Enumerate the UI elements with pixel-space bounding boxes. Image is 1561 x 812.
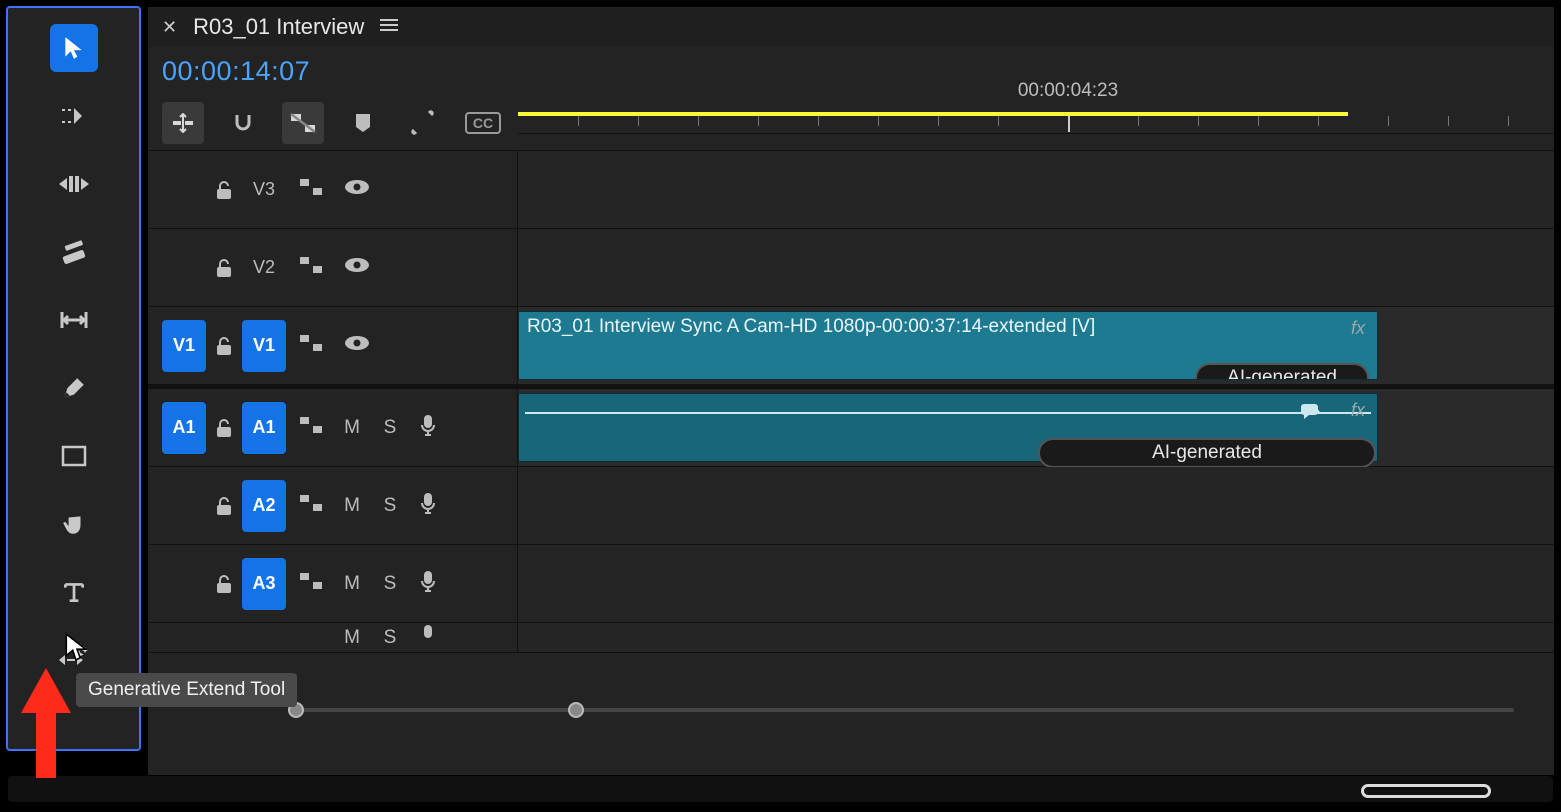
lock-toggle-a1[interactable]: [214, 418, 234, 438]
tab-menu-icon[interactable]: [380, 18, 398, 37]
horizontal-zoom-bar[interactable]: [288, 703, 1514, 717]
voiceover-a2[interactable]: [420, 492, 436, 519]
track-body-v2[interactable]: [518, 229, 1554, 306]
slip-tool[interactable]: [50, 296, 98, 344]
sync-lock-v2[interactable]: [300, 257, 322, 278]
tool-panel: Generative Extend Tool: [6, 6, 141, 751]
type-tool[interactable]: [50, 568, 98, 616]
voiceover-a4[interactable]: [420, 624, 436, 651]
lock-toggle-v2[interactable]: [214, 258, 234, 278]
pen-tool[interactable]: [50, 364, 98, 412]
source-patch-a1[interactable]: A1: [162, 402, 206, 454]
tooltip-generative-extend: Generative Extend Tool: [76, 673, 297, 707]
track-label-v2: V2: [242, 257, 286, 278]
annotation-arrow: [16, 668, 76, 783]
track-output-v1[interactable]: [344, 335, 370, 356]
target-patch-a3[interactable]: A3: [242, 558, 286, 610]
mute-a1[interactable]: M: [344, 417, 360, 439]
track-a2: A2 M S: [148, 467, 1554, 545]
clip-video-v1[interactable]: R03_01 Interview Sync A Cam-HD 1080p-00:…: [518, 311, 1378, 380]
track-a3: A3 M S: [148, 545, 1554, 623]
time-ruler[interactable]: 00:00:04:23: [518, 112, 1554, 134]
track-body-a1[interactable]: fx AI-generated: [518, 389, 1554, 466]
sequence-tab-row: ✕ R03_01 Interview: [148, 7, 1554, 47]
track-v2: V2: [148, 229, 1554, 307]
timeline-settings-button[interactable]: [402, 102, 444, 144]
snap-toggle[interactable]: [222, 102, 264, 144]
sync-lock-v1[interactable]: [300, 335, 322, 356]
solo-a3[interactable]: S: [382, 573, 398, 595]
selection-tool[interactable]: [50, 24, 98, 72]
sync-lock-a3[interactable]: [300, 573, 322, 594]
fx-badge-v1[interactable]: fx: [1351, 318, 1365, 339]
ai-badge-video: AI-generated: [1195, 363, 1369, 380]
voiceover-a3[interactable]: [420, 570, 436, 597]
mute-a3[interactable]: M: [344, 573, 360, 595]
timeline-panel: ✕ R03_01 Interview 00:00:14:07: [147, 6, 1555, 776]
sync-lock-v3[interactable]: [300, 179, 322, 200]
zoom-handle-right[interactable]: [568, 702, 584, 718]
bottom-scroll-area: [8, 776, 1553, 802]
target-patch-a1[interactable]: A1: [242, 402, 286, 454]
fx-badge-a1[interactable]: fx: [1351, 400, 1365, 421]
sync-lock-a1[interactable]: [300, 417, 322, 438]
track-body-v1[interactable]: R03_01 Interview Sync A Cam-HD 1080p-00:…: [518, 307, 1554, 384]
track-a4-partial: M S: [148, 623, 1554, 653]
sequence-tab-title[interactable]: R03_01 Interview: [193, 14, 364, 40]
solo-a1[interactable]: S: [382, 417, 398, 439]
track-output-v2[interactable]: [344, 257, 370, 278]
razor-tool[interactable]: [50, 228, 98, 276]
linked-selection-toggle[interactable]: [282, 102, 324, 144]
track-body-v3[interactable]: [518, 151, 1554, 228]
dialogue-icon: [1301, 402, 1321, 425]
playhead-timecode[interactable]: 00:00:14:07: [162, 56, 310, 87]
clip-label-v1: R03_01 Interview Sync A Cam-HD 1080p-00:…: [519, 312, 1377, 342]
rectangle-tool[interactable]: [50, 432, 98, 480]
bottom-scroll-thumb[interactable]: [1361, 784, 1491, 798]
mute-a4[interactable]: M: [344, 627, 360, 649]
tracks-area: V3 V2: [148, 151, 1554, 775]
mouse-cursor-overlay: [64, 632, 90, 667]
track-v3: V3: [148, 151, 1554, 229]
track-body-a3[interactable]: [518, 545, 1554, 622]
track-a1: A1 A1 M S fx AI-gen: [148, 389, 1554, 467]
timeline-options-row: CC 00:00:04:23: [148, 95, 1554, 151]
target-patch-a2[interactable]: A2: [242, 480, 286, 532]
hand-tool[interactable]: [50, 500, 98, 548]
solo-a4[interactable]: S: [382, 627, 398, 649]
solo-a2[interactable]: S: [382, 495, 398, 517]
insert-overwrite-toggle[interactable]: [162, 102, 204, 144]
lock-toggle-v3[interactable]: [214, 180, 234, 200]
ai-badge-audio: AI-generated: [1038, 438, 1376, 468]
track-v1: V1 V1 R03_01 Interview Sync A Cam-HD 108…: [148, 307, 1554, 385]
captions-toggle[interactable]: CC: [462, 102, 504, 144]
lock-toggle-a3[interactable]: [214, 574, 234, 594]
track-output-v3[interactable]: [344, 179, 370, 200]
target-patch-v1[interactable]: V1: [242, 320, 286, 372]
lock-toggle-a2[interactable]: [214, 496, 234, 516]
ruler-tick-label: 00:00:04:23: [1018, 80, 1118, 102]
source-patch-v1[interactable]: V1: [162, 320, 206, 372]
close-tab-icon[interactable]: ✕: [162, 17, 177, 38]
mute-a2[interactable]: M: [344, 495, 360, 517]
track-label-v3: V3: [242, 179, 286, 200]
sync-lock-a2[interactable]: [300, 495, 322, 516]
voiceover-a1[interactable]: [420, 414, 436, 441]
track-select-forward-tool[interactable]: [50, 92, 98, 140]
ripple-edit-tool[interactable]: [50, 160, 98, 208]
track-body-a2[interactable]: [518, 467, 1554, 544]
add-marker-button[interactable]: [342, 102, 384, 144]
lock-toggle-v1[interactable]: [214, 336, 234, 356]
